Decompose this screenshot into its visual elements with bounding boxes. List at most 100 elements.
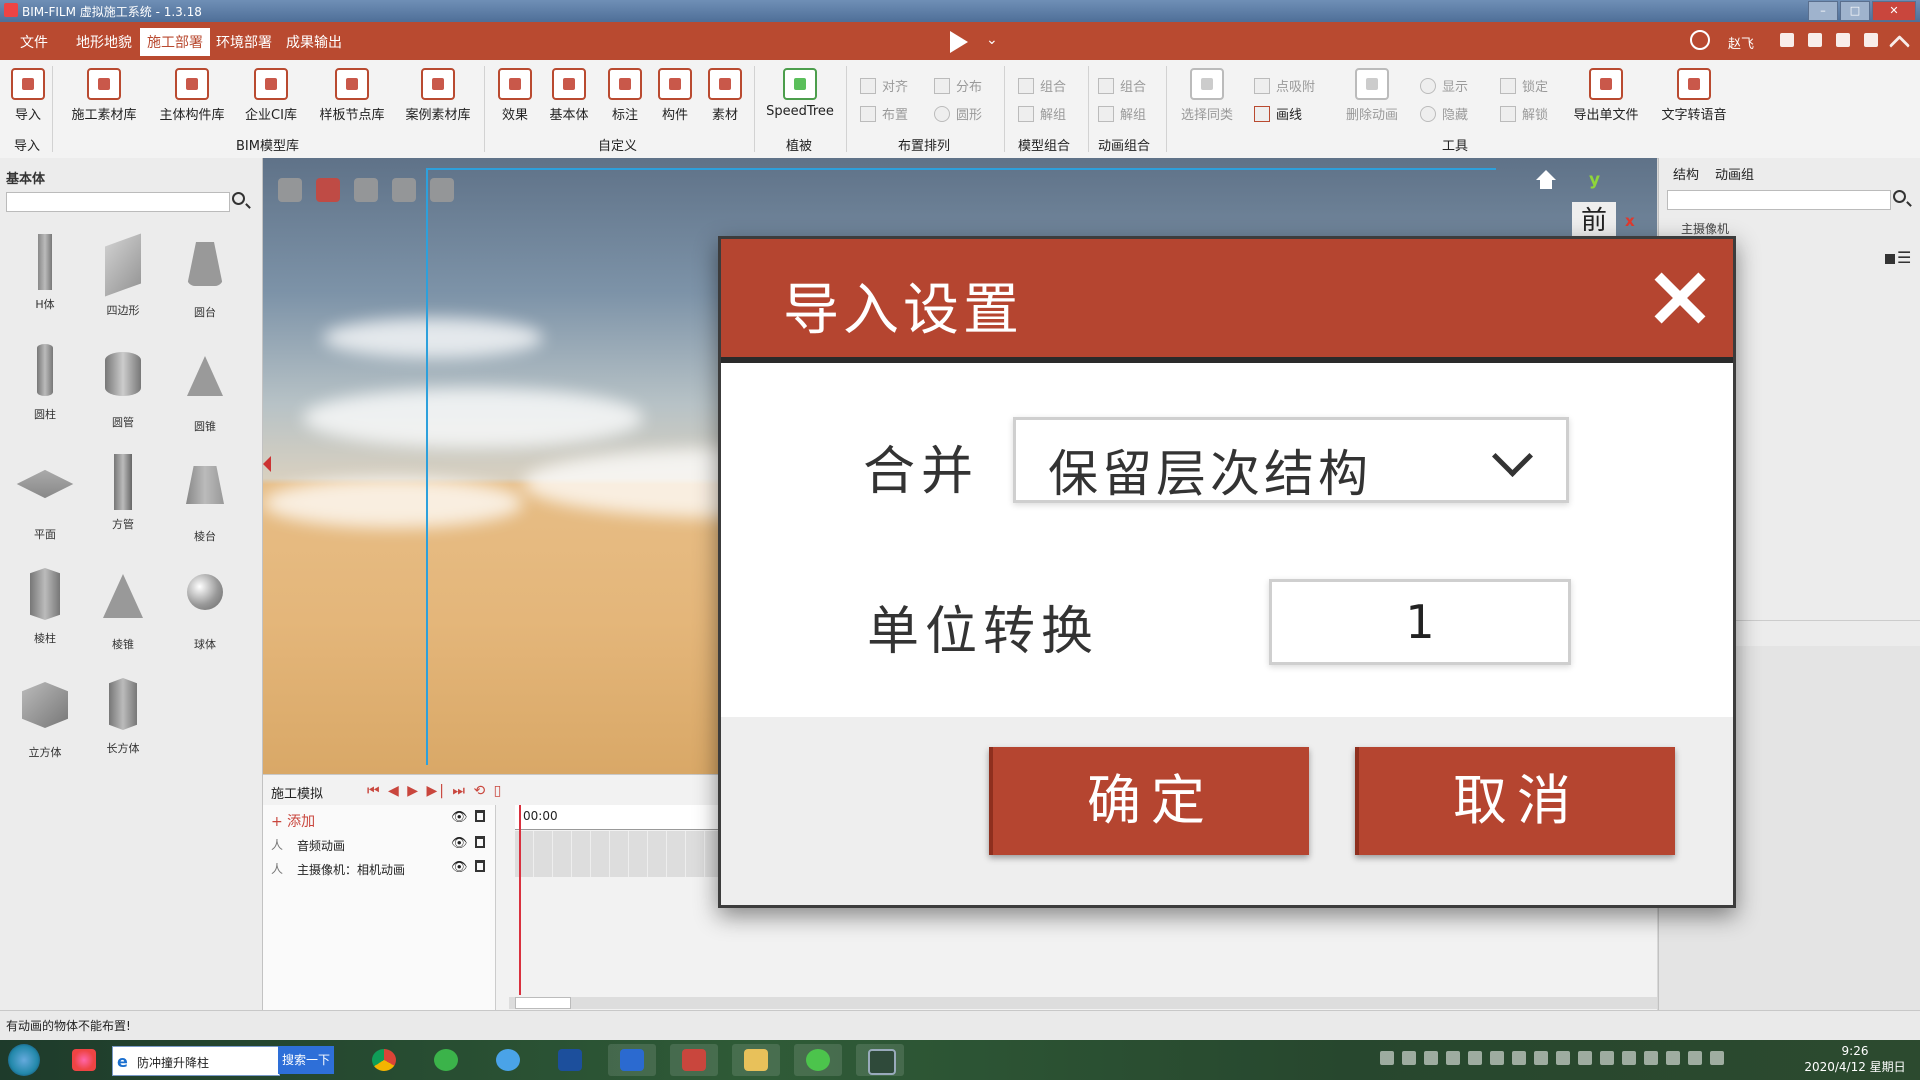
- ribbon-btn-case-lib[interactable]: 案例素材库: [398, 68, 478, 123]
- search-icon[interactable]: [232, 192, 245, 205]
- ribbon-btn-effect[interactable]: 效果: [494, 68, 536, 123]
- ok-button[interactable]: 确定: [989, 747, 1309, 855]
- move-tool-icon[interactable]: [316, 178, 340, 202]
- primitive-cube[interactable]: 立方体: [10, 674, 80, 760]
- window-icon[interactable]: [1808, 33, 1822, 47]
- add-track-button[interactable]: + 添加: [271, 811, 315, 831]
- primitive-tube[interactable]: 圆管: [88, 344, 158, 430]
- structure-search-input[interactable]: [1667, 190, 1891, 210]
- taskbar-app-bimfilm[interactable]: [670, 1044, 718, 1076]
- tab-structure[interactable]: 结构: [1673, 164, 1699, 183]
- taskbar-app-word[interactable]: [608, 1044, 656, 1076]
- view-cube-front[interactable]: 前: [1572, 202, 1616, 236]
- ribbon-btn-primitive[interactable]: 基本体: [546, 68, 592, 123]
- close-icon[interactable]: [1653, 271, 1705, 323]
- maximize-button[interactable]: □: [1840, 1, 1870, 21]
- ribbon-btn-text-to-speech[interactable]: 文字转语音: [1654, 68, 1734, 123]
- primitive-plane[interactable]: 平面: [10, 454, 80, 542]
- primitive-pyramid[interactable]: 棱锥: [88, 564, 158, 652]
- ribbon-btn-lock[interactable]: 锁定: [1500, 76, 1548, 95]
- track-expand-icon[interactable]: 人: [271, 860, 283, 877]
- menu-output[interactable]: 成果输出: [286, 32, 342, 52]
- taskbar-app-chrome[interactable]: [360, 1044, 408, 1076]
- cancel-button[interactable]: 取消: [1355, 747, 1675, 855]
- ribbon-btn-show[interactable]: 显示: [1420, 76, 1468, 95]
- eye-icon[interactable]: 👁: [451, 810, 468, 825]
- taskbar-app-wechat[interactable]: [794, 1044, 842, 1076]
- playhead[interactable]: [519, 805, 521, 995]
- rotate-tool-icon[interactable]: [354, 178, 378, 202]
- lock-list-icon[interactable]: [1885, 248, 1911, 267]
- ribbon-btn-anim-group[interactable]: 组合: [1098, 76, 1146, 95]
- taskbar-app-revit[interactable]: [546, 1044, 594, 1076]
- primitive-prismoid[interactable]: 棱台: [170, 454, 240, 544]
- taskbar-clock[interactable]: 9:26 2020/4/12 星期日: [1800, 1043, 1910, 1075]
- primitive-sphere[interactable]: 球体: [170, 564, 240, 652]
- ribbon-btn-construction-lib[interactable]: 施工素材库: [64, 68, 144, 123]
- ribbon-btn-ci-lib[interactable]: 企业CI库: [238, 68, 304, 123]
- window-close-button[interactable]: ✕: [1872, 1, 1916, 21]
- primitive-quad[interactable]: 四边形: [88, 233, 158, 318]
- menu-terrain[interactable]: 地形地貌: [76, 32, 132, 52]
- tree-item-main-camera[interactable]: 主摄像机: [1681, 220, 1729, 237]
- taskbar-app-browser[interactable]: [422, 1044, 470, 1076]
- ribbon-btn-anim-ungroup[interactable]: 解组: [1098, 104, 1146, 123]
- menu-file[interactable]: 文件: [20, 32, 48, 52]
- minimize-button[interactable]: –: [1808, 1, 1838, 21]
- search-icon[interactable]: [1893, 190, 1906, 203]
- ribbon-btn-main-component-lib[interactable]: 主体构件库: [152, 68, 232, 123]
- home-view-icon[interactable]: [1536, 170, 1556, 190]
- taskbar-app-monitor[interactable]: [856, 1044, 904, 1076]
- track-row[interactable]: 人 主摄像机：相机动画 👁: [263, 857, 495, 881]
- timeline-scrollbar[interactable]: [509, 997, 1657, 1009]
- unit-conversion-input[interactable]: 1: [1269, 579, 1571, 665]
- user-icon[interactable]: [1690, 30, 1710, 50]
- play-dropdown-icon[interactable]: ⌄: [986, 32, 998, 48]
- start-button[interactable]: [8, 1044, 40, 1076]
- primitive-cone[interactable]: 圆锥: [170, 344, 240, 434]
- save-icon[interactable]: [1780, 33, 1794, 47]
- primitive-cuboid[interactable]: 长方体: [88, 674, 158, 756]
- gear-icon[interactable]: [1864, 33, 1878, 47]
- menu-environment[interactable]: 环境部署: [216, 32, 272, 52]
- play-icon[interactable]: [950, 31, 968, 53]
- taskbar-app-sogou[interactable]: [60, 1044, 108, 1076]
- ribbon-btn-select-same[interactable]: 选择同类: [1176, 68, 1238, 123]
- ribbon-btn-hide[interactable]: 隐藏: [1420, 104, 1468, 123]
- taskbar-search-input[interactable]: e 防冲撞升降柱: [112, 1046, 280, 1076]
- ribbon-btn-circle[interactable]: 圆形: [934, 104, 982, 123]
- primitive-h-body[interactable]: H体: [10, 234, 80, 312]
- trash-icon[interactable]: [475, 810, 485, 822]
- merge-select[interactable]: 保留层次结构: [1013, 417, 1569, 503]
- ribbon-btn-model-ungroup[interactable]: 解组: [1018, 104, 1066, 123]
- ribbon-btn-align[interactable]: 对齐: [860, 76, 908, 95]
- scrollbar-thumb[interactable]: [515, 997, 571, 1009]
- sync-icon[interactable]: [1836, 33, 1850, 47]
- ribbon-btn-unlock[interactable]: 解锁: [1500, 104, 1548, 123]
- ribbon-btn-template-node-lib[interactable]: 样板节点库: [312, 68, 392, 123]
- menu-construction[interactable]: 施工部署: [140, 28, 210, 56]
- system-tray[interactable]: [1380, 1050, 1760, 1070]
- primitive-search-input[interactable]: [6, 192, 230, 212]
- trash-icon[interactable]: [475, 836, 485, 848]
- primitive-cylinder[interactable]: 圆柱: [10, 344, 80, 422]
- ribbon-btn-speedtree[interactable]: SpeedTree: [762, 68, 838, 119]
- track-row[interactable]: 人 音频动画 👁: [263, 833, 495, 857]
- hand-tool-icon[interactable]: [278, 178, 302, 202]
- import-button[interactable]: 导入: [8, 68, 48, 123]
- primitive-prism[interactable]: 棱柱: [10, 564, 80, 646]
- taskbar-search-button[interactable]: 搜索一下: [278, 1046, 334, 1074]
- ribbon-btn-material[interactable]: 素材: [704, 68, 746, 123]
- collapse-ribbon-icon[interactable]: [1888, 34, 1911, 57]
- tab-animation-group[interactable]: 动画组: [1715, 164, 1754, 183]
- ribbon-btn-delete-anim[interactable]: 删除动画: [1342, 68, 1402, 123]
- ribbon-btn-arrange[interactable]: 布置: [860, 104, 908, 123]
- eye-icon[interactable]: 👁: [451, 860, 468, 875]
- ribbon-btn-model-group[interactable]: 组合: [1018, 76, 1066, 95]
- playback-controls[interactable]: ⏮ ◀ ▶ ▶| ⏭ ⟲ ▯: [367, 783, 503, 799]
- taskbar-app-baidu[interactable]: [484, 1044, 532, 1076]
- ribbon-btn-distribute[interactable]: 分布: [934, 76, 982, 95]
- ribbon-btn-annotation[interactable]: 标注: [604, 68, 646, 123]
- user-name[interactable]: 赵飞: [1728, 33, 1754, 52]
- ribbon-btn-draw-line[interactable]: 画线: [1254, 104, 1302, 123]
